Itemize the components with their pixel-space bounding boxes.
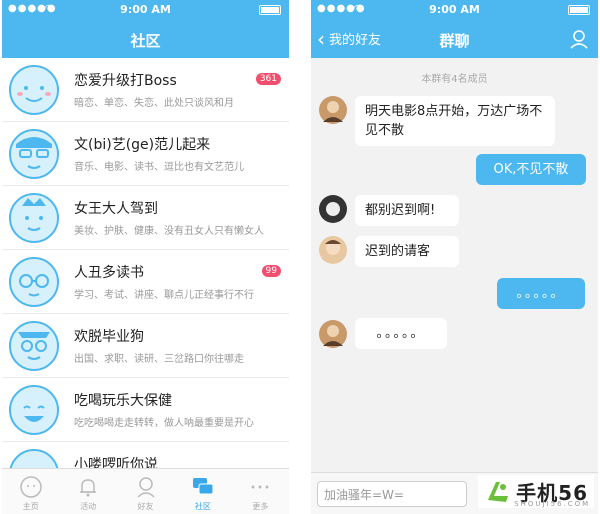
tab-label: 主页 [22, 502, 39, 511]
message-bubble: 都别迟到啊! [355, 195, 459, 226]
unread-badge: 361 [255, 73, 281, 85]
tab-friends[interactable]: 好友 [117, 469, 174, 514]
tab-label: 更多 [252, 502, 269, 511]
nav-bar: 社区 [2, 20, 289, 58]
avatar-icon [9, 257, 59, 307]
status-time: 9:00 AM [429, 3, 480, 16]
tab-label: 好友 [137, 502, 154, 511]
message-bubble-mine: 。。。。。 [497, 278, 585, 309]
group-desc: 出国、求职、读研、三岔路口你往哪走 [74, 354, 244, 365]
group-name: 人丑多读书 [74, 265, 144, 281]
group-desc: 学习、考试、讲座、聊点儿正经事行不行 [74, 290, 254, 301]
group-name: 文(bi)艺(ge)范儿起来 [74, 137, 211, 153]
status-bar: ●●●●● ◠ 9:00 AM [311, 0, 598, 20]
group-desc: 美妆、护肤、健康、没有丑女人只有懒女人 [74, 226, 264, 237]
phone-logo-icon [488, 481, 509, 502]
group-name: 欢脱毕业狗 [74, 329, 144, 345]
page-title: 社区 [130, 32, 161, 50]
avatar-icon [9, 321, 59, 371]
avatar-icon [9, 129, 59, 179]
message-bubble: 。。。。。 [355, 318, 447, 349]
nav-bar: ‹ 我的好友 群聊 [311, 20, 598, 58]
group-list: 恋爱升级打Boss 暗恋、单恋、失恋、此处只谈风和月 361 文(bi)艺(ge… [2, 58, 289, 468]
group-name: 吃喝玩乐大保健 [74, 393, 172, 409]
group-members-icon[interactable] [568, 28, 590, 50]
message-bubble: 明天电影8点开始，万达广场不见不散 [355, 96, 555, 146]
avatar[interactable] [319, 236, 347, 264]
community-screen: ●●●●● ◠ 9:00 AM 社区 恋爱升级打Boss 暗恋、单恋、失恋、此处… [2, 0, 289, 514]
group-chat-screen: ●●●●● ◠ 9:00 AM ‹ 我的好友 群聊 本群有4名成员 明天电影8点… [311, 0, 598, 514]
status-time: 9:00 AM [120, 3, 171, 16]
chat-bubbles-icon [192, 478, 214, 495]
list-item[interactable]: 女王大人驾到 美妆、护肤、健康、没有丑女人只有懒女人 [2, 186, 289, 250]
tab-bar: 主页 活动 好友 社区 更多 [2, 468, 289, 514]
message-bubble: 迟到的请客 [355, 236, 459, 267]
watermark-subtext: SHOUJI56.COM [514, 500, 591, 508]
members-note: 本群有4名成员 [421, 74, 488, 85]
avatar-icon [9, 385, 59, 435]
group-name: 恋爱升级打Boss [74, 73, 177, 89]
battery-icon [259, 5, 281, 15]
avatar-icon [9, 193, 59, 243]
bell-icon [80, 479, 97, 497]
message-input[interactable]: 加油骚年=W= [317, 481, 467, 507]
avatar[interactable] [319, 96, 347, 124]
message-bubble-mine: OK,不见不散 [476, 154, 586, 185]
face-icon [19, 476, 42, 498]
group-desc: 音乐、电影、读书、逗比也有文艺范儿 [74, 162, 244, 173]
avatar-icon [9, 449, 59, 468]
list-item[interactable]: 欢脱毕业狗 出国、求职、读研、三岔路口你往哪走 [2, 314, 289, 378]
status-bar: ●●●●● ◠ 9:00 AM [2, 0, 289, 20]
avatar[interactable] [319, 195, 347, 223]
group-name: 小喽啰听你说 [74, 457, 158, 468]
person-icon [136, 477, 155, 498]
group-desc: 暗恋、单恋、失恋、此处只谈风和月 [74, 98, 234, 109]
watermark-logo: 手机56 SHOUJI56.COM [478, 475, 594, 508]
list-item[interactable]: 恋爱升级打Boss 暗恋、单恋、失恋、此处只谈风和月 361 [2, 58, 289, 122]
screenshot-stage: ●●●●● ◠ 9:00 AM 社区 恋爱升级打Boss 暗恋、单恋、失恋、此处… [0, 0, 600, 514]
battery-icon [568, 5, 590, 15]
tab-activity[interactable]: 活动 [59, 469, 116, 514]
list-item[interactable]: 文(bi)艺(ge)范儿起来 音乐、电影、读书、逗比也有文艺范儿 [2, 122, 289, 186]
unread-badge: 99 [261, 265, 281, 277]
tab-community[interactable]: 社区 [174, 469, 231, 514]
group-name: 女王大人驾到 [74, 201, 158, 217]
more-dots-icon [251, 485, 269, 489]
tab-label: 社区 [194, 502, 211, 511]
avatar[interactable] [319, 320, 347, 348]
tab-home[interactable]: 主页 [2, 469, 59, 514]
group-desc: 吃吃喝喝走走转转，做人呐最重要是开心 [74, 418, 254, 429]
tab-more[interactable]: 更多 [232, 469, 289, 514]
tab-label: 活动 [80, 502, 97, 511]
list-item[interactable]: 小喽啰听你说 [2, 442, 289, 468]
avatar-icon [9, 65, 59, 115]
page-title: 群聊 [439, 32, 470, 50]
list-item[interactable]: 吃喝玩乐大保健 吃吃喝喝走走转转，做人呐最重要是开心 [2, 378, 289, 442]
list-item[interactable]: 人丑多读书 学习、考试、讲座、聊点儿正经事行不行 99 [2, 250, 289, 314]
